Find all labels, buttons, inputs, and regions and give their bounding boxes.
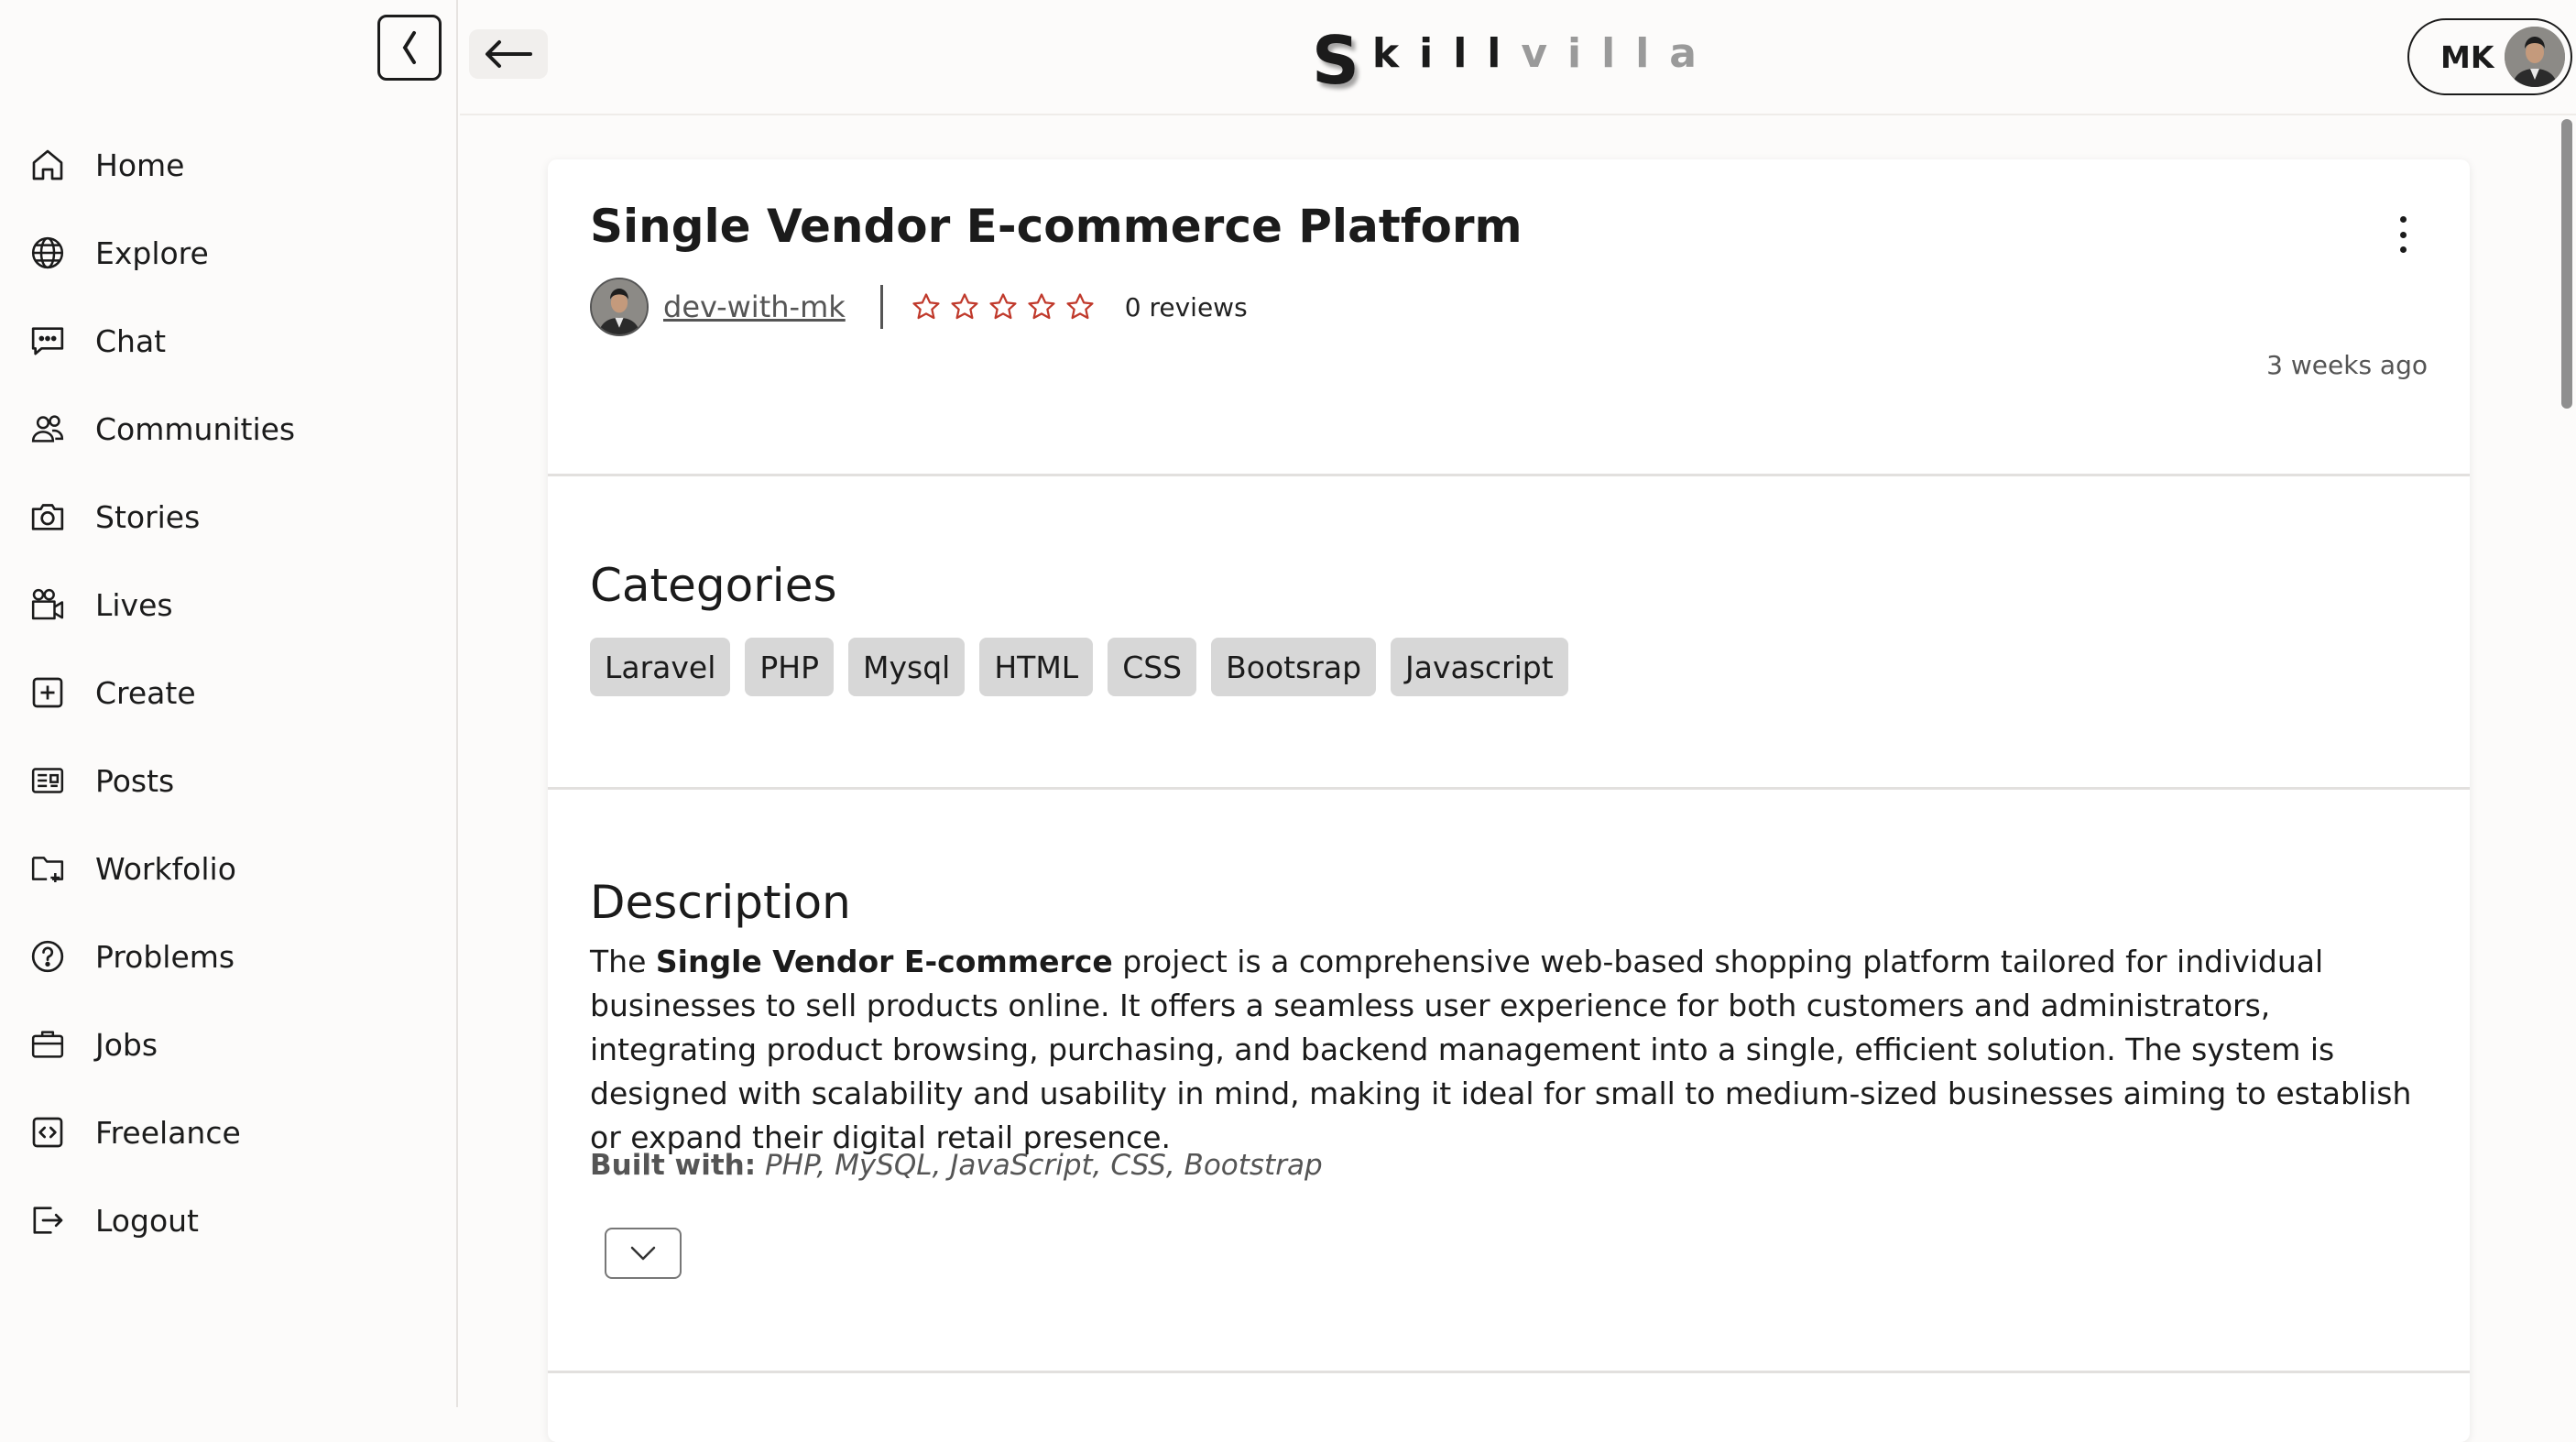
built-with: Built with: PHP, MySQL, JavaScript, CSS,… xyxy=(590,1149,1323,1182)
globe-icon xyxy=(27,233,68,273)
kebab-dot xyxy=(2399,216,2407,223)
kebab-dot xyxy=(2399,246,2407,253)
star-outline-icon xyxy=(989,293,1017,320)
sidebar-item-label: Communities xyxy=(95,410,296,447)
author-link[interactable]: dev-with-mk xyxy=(663,289,846,324)
category-tag[interactable]: HTML xyxy=(979,638,1094,696)
code-square-icon xyxy=(27,1112,68,1153)
project-card: Single Vendor E-commerce Platform dev-wi… xyxy=(548,159,2470,1442)
sidebar-item-explore[interactable]: Explore xyxy=(0,209,458,297)
sidebar-item-freelance[interactable]: Freelance xyxy=(0,1088,458,1176)
sidebar-item-label: Explore xyxy=(95,235,209,271)
sidebar: Home Explore Chat Communities Stories Li… xyxy=(0,0,458,1407)
sidebar-item-workfolio[interactable]: Workfolio xyxy=(0,825,458,912)
rating-stars[interactable] xyxy=(911,291,1096,322)
description-intro: The xyxy=(590,944,656,979)
folder-plus-icon xyxy=(27,848,68,889)
sidebar-item-stories[interactable]: Stories xyxy=(0,473,458,561)
sidebar-item-communities[interactable]: Communities xyxy=(0,385,458,473)
expand-description-button[interactable] xyxy=(605,1228,682,1279)
sidebar-item-label: Create xyxy=(95,674,196,711)
category-tag[interactable]: Laravel xyxy=(590,638,731,696)
users-icon xyxy=(27,409,68,449)
back-button[interactable] xyxy=(469,29,548,79)
description-section: Description The Single Vendor E-commerce… xyxy=(548,790,2470,1373)
kebab-dot xyxy=(2399,231,2407,238)
sidebar-item-label: Freelance xyxy=(95,1114,241,1151)
top-bar: S kill villa MK xyxy=(460,0,2576,115)
description-text: The Single Vendor E-commerce project is … xyxy=(590,940,2431,1160)
sidebar-item-label: Logout xyxy=(95,1202,199,1239)
logo-s: S xyxy=(1312,22,1359,99)
sidebar-item-chat[interactable]: Chat xyxy=(0,297,458,385)
logout-icon xyxy=(27,1200,68,1240)
built-with-label: Built with: xyxy=(590,1149,757,1182)
sidebar-item-label: Chat xyxy=(95,322,167,359)
sidebar-item-label: Jobs xyxy=(95,1026,158,1063)
help-circle-icon xyxy=(27,936,68,977)
camera-icon xyxy=(27,497,68,537)
logo-text-dark: kill xyxy=(1371,30,1522,77)
sidebar-item-create[interactable]: Create xyxy=(0,649,458,737)
sidebar-nav: Home Explore Chat Communities Stories Li… xyxy=(0,121,458,1264)
sidebar-item-label: Stories xyxy=(95,498,201,535)
profile-initials: MK xyxy=(2440,38,2494,75)
category-tag[interactable]: Bootsrap xyxy=(1211,638,1377,696)
skillvilla-logo[interactable]: S kill villa xyxy=(1312,22,1717,99)
sidebar-item-jobs[interactable]: Jobs xyxy=(0,1000,458,1088)
category-tag[interactable]: CSS xyxy=(1108,638,1197,696)
categories-heading: Categories xyxy=(590,559,837,612)
star-outline-icon xyxy=(951,293,978,320)
divider xyxy=(879,285,883,329)
arrow-left-icon xyxy=(486,40,532,68)
category-tag[interactable]: Javascript xyxy=(1391,638,1568,696)
home-icon xyxy=(27,145,68,185)
page-scrollbar[interactable] xyxy=(2560,115,2576,1407)
avatar xyxy=(2505,27,2565,87)
description-bold: Single Vendor E-commerce xyxy=(655,944,1113,979)
chat-icon xyxy=(27,321,68,361)
author-avatar[interactable] xyxy=(590,278,649,336)
star-outline-icon xyxy=(1028,293,1055,320)
newspaper-icon xyxy=(27,760,68,801)
sidebar-item-lives[interactable]: Lives xyxy=(0,561,458,649)
scrollbar-thumb[interactable] xyxy=(2561,119,2572,409)
categories-section: Categories Laravel PHP Mysql HTML CSS Bo… xyxy=(548,476,2470,790)
posted-time: 3 weeks ago xyxy=(2266,350,2428,380)
sidebar-item-problems[interactable]: Problems xyxy=(0,912,458,1000)
project-title: Single Vendor E-commerce Platform xyxy=(590,200,1523,253)
project-header-section: Single Vendor E-commerce Platform dev-wi… xyxy=(548,159,2470,476)
sidebar-item-label: Lives xyxy=(95,586,173,623)
category-tags: Laravel PHP Mysql HTML CSS Bootsrap Java… xyxy=(590,638,1568,696)
briefcase-icon xyxy=(27,1024,68,1065)
category-tag[interactable]: PHP xyxy=(745,638,835,696)
more-options-button[interactable] xyxy=(2389,216,2417,253)
sidebar-item-posts[interactable]: Posts xyxy=(0,737,458,825)
plus-square-icon xyxy=(27,672,68,713)
reviews-count[interactable]: 0 reviews xyxy=(1125,292,1248,322)
author-row: dev-with-mk 0 reviews xyxy=(590,277,1248,337)
sidebar-item-label: Workfolio xyxy=(95,850,236,887)
collapse-sidebar-button[interactable] xyxy=(377,15,442,81)
built-with-value: PHP, MySQL, JavaScript, CSS, Bootstrap xyxy=(764,1149,1323,1182)
star-outline-icon xyxy=(1066,293,1094,320)
chevron-left-icon xyxy=(402,31,416,64)
sidebar-item-logout[interactable]: Logout xyxy=(0,1176,458,1264)
category-tag[interactable]: Mysql xyxy=(848,638,966,696)
sidebar-item-label: Problems xyxy=(95,938,235,975)
profile-menu-button[interactable]: MK xyxy=(2407,18,2572,95)
sidebar-item-label: Home xyxy=(95,147,185,183)
star-outline-icon xyxy=(912,293,940,320)
video-icon xyxy=(27,584,68,625)
chevron-down-icon xyxy=(630,1246,656,1261)
sidebar-item-home[interactable]: Home xyxy=(0,121,458,209)
description-heading: Description xyxy=(590,876,851,929)
sidebar-item-label: Posts xyxy=(95,762,175,799)
logo-text-light: villa xyxy=(1521,30,1717,77)
